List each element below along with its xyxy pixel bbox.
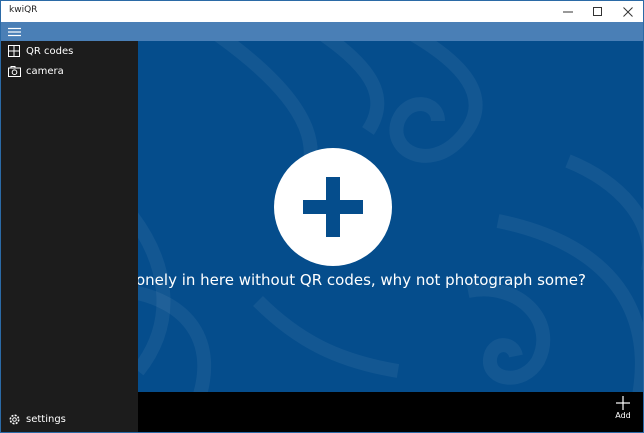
app-header (1, 22, 643, 41)
close-button[interactable] (613, 1, 643, 22)
plus-icon (303, 177, 363, 237)
sidebar: QR codes camera settings (1, 41, 138, 432)
grid-icon (1, 45, 27, 57)
close-icon (623, 6, 633, 17)
camera-icon (1, 65, 27, 77)
app-window: kwiQR onely in here without QR codes, wh… (0, 0, 644, 433)
add-qr-button[interactable] (274, 148, 392, 266)
sidebar-item-qr-codes[interactable]: QR codes (1, 41, 138, 61)
sidebar-item-camera[interactable]: camera (1, 61, 138, 81)
maximize-icon (593, 6, 602, 16)
empty-state-message: onely in here without QR codes, why not … (138, 271, 586, 289)
main-content: onely in here without QR codes, why not … (138, 41, 643, 392)
minimize-icon (563, 11, 573, 12)
hamburger-icon (7, 27, 21, 36)
sidebar-item-label: settings (26, 413, 66, 425)
minimize-button[interactable] (553, 1, 583, 22)
window-title: kwiQR (9, 5, 38, 15)
add-icon (616, 396, 630, 410)
sidebar-item-label: QR codes (26, 45, 74, 57)
add-button[interactable]: Add (609, 396, 637, 430)
title-bar: kwiQR (1, 1, 643, 22)
sidebar-item-label: camera (26, 65, 64, 77)
maximize-button[interactable] (583, 1, 613, 22)
sidebar-item-settings[interactable]: settings (1, 409, 138, 429)
add-button-label: Add (615, 411, 631, 420)
command-bar: Add (138, 392, 643, 432)
hamburger-button[interactable] (1, 22, 27, 41)
gear-icon (1, 413, 27, 426)
